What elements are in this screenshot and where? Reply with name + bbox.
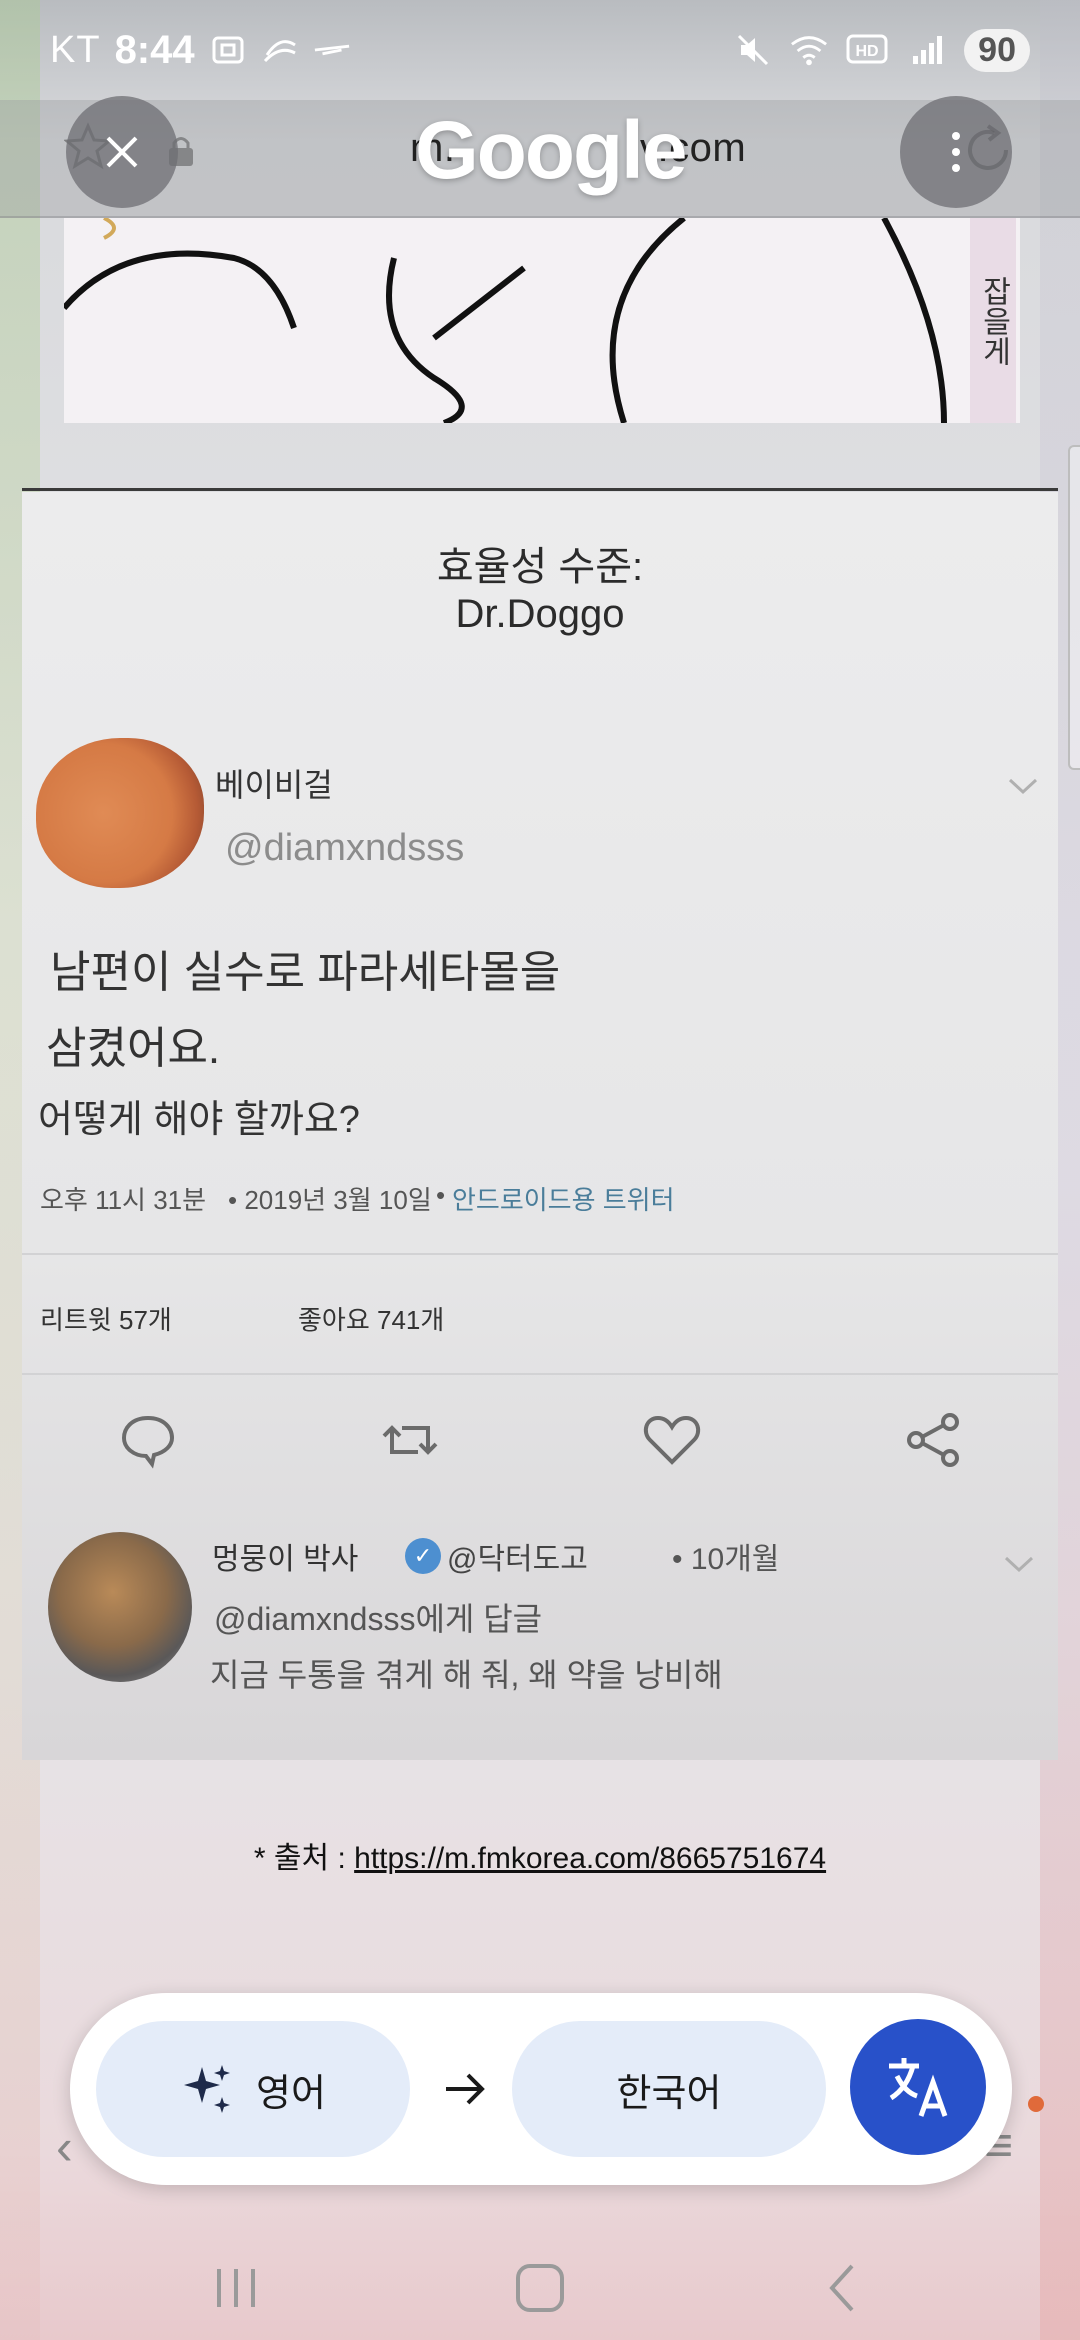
sparkle-icon <box>184 2065 231 2113</box>
like-count[interactable]: 좋아요 741개 <box>298 1300 444 1337</box>
reply-action-button[interactable] <box>116 1408 180 1472</box>
hd-voice-icon: HD <box>846 31 890 69</box>
source-language-label: 영어 <box>256 2072 326 2115</box>
hd-label: HD <box>856 43 879 60</box>
like-action-button[interactable] <box>640 1408 704 1472</box>
reply-time: • 10개월 <box>672 1543 780 1576</box>
divider <box>22 1373 1058 1375</box>
weather-icon <box>261 31 299 69</box>
card-title-line1: 효율성 수준: <box>436 545 644 589</box>
screenshot-icon <box>209 31 247 69</box>
recents-button[interactable] <box>196 2248 276 2328</box>
translate-button[interactable] <box>850 2019 986 2155</box>
author-handle[interactable]: @diamxndsss <box>225 827 464 870</box>
share-icon <box>907 1413 959 1467</box>
tweet-source-link[interactable]: 안드로이드용 트위터 <box>452 1180 675 1217</box>
home-icon <box>516 2264 564 2312</box>
back-icon <box>829 2264 854 2312</box>
tweet-date: • 2019년 3월 10일 <box>228 1185 432 1215</box>
divider <box>22 1253 1058 1255</box>
reply-author-handle[interactable]: @닥터도고 <box>447 1534 588 1578</box>
arrow-right-icon <box>440 2049 490 2129</box>
tweet-source-dot: • <box>436 1180 446 1210</box>
comic-side-text: 잡을게 <box>970 218 1016 423</box>
source-link[interactable]: https://m.fmkorea.com/8665751674 <box>354 1842 826 1875</box>
close-icon <box>106 136 138 168</box>
home-button[interactable] <box>500 2248 580 2328</box>
recents-icon <box>217 2269 255 2307</box>
tweet-text-line2: 삼켰어요. <box>46 1024 221 1073</box>
tweet-text-line1: 남편이 실수로 파라세타몰을 <box>50 948 561 997</box>
share-action-button[interactable] <box>902 1408 966 1472</box>
comic-drawing <box>64 218 947 423</box>
reply-author-name[interactable]: 멍뭉이 박사 <box>212 1534 358 1578</box>
carrier-label: KT <box>50 28 101 71</box>
wifi-icon <box>790 31 828 69</box>
status-bar: KT 8:44 HD 90 <box>0 0 1080 100</box>
close-button[interactable] <box>66 96 178 208</box>
browser-back-icon[interactable]: ‹ <box>56 2118 73 2176</box>
notification-dot <box>1028 2096 1044 2112</box>
clock: 8:44 <box>114 27 195 72</box>
reply-avatar[interactable] <box>48 1532 192 1682</box>
chevron-down-icon[interactable] <box>1004 1548 1034 1582</box>
author-avatar[interactable] <box>36 738 204 888</box>
translate-bar: 영어 한국어 <box>70 1993 1012 2185</box>
more-vert-icon <box>952 132 960 172</box>
source-prefix: * 출처 : <box>253 1842 355 1875</box>
translate-icon <box>889 2058 948 2117</box>
system-nav-bar <box>0 2230 1080 2340</box>
source-line: * 출처 : https://m.fmkorea.com/8665751674 <box>0 1833 1080 1877</box>
back-button[interactable] <box>802 2248 882 2328</box>
target-language-button[interactable]: 한국어 <box>512 2021 826 2157</box>
retweet-count[interactable]: 리트윗 57개 <box>40 1300 172 1337</box>
heart-icon <box>643 1415 701 1465</box>
battery-level: 90 <box>964 28 1030 72</box>
comic-image: 잡을게 <box>64 218 1020 423</box>
author-name[interactable]: 베이비걸 <box>215 760 333 806</box>
tweet-text-line3: 어떻게 해야 할까요? <box>38 1099 360 1141</box>
card-border <box>22 488 1058 491</box>
tweet-time: 오후 11시 31분 <box>40 1185 207 1215</box>
chevron-down-icon[interactable] <box>1008 770 1038 804</box>
app-notification-icon <box>313 31 351 69</box>
reply-to-label: @diamxndsss에게 답글 <box>214 1601 543 1637</box>
mute-icon <box>734 31 772 69</box>
verified-badge-icon: ✓ <box>405 1538 441 1574</box>
retweet-icon <box>382 1425 438 1455</box>
google-logo: Google <box>415 105 687 196</box>
more-options-button[interactable] <box>900 96 1012 208</box>
reply-text: 지금 두통을 겪게 해 줘, 왜 약을 낭비해 <box>210 1657 723 1693</box>
comment-icon <box>121 1415 175 1469</box>
scroll-handle[interactable] <box>1068 445 1080 770</box>
signal-icon <box>908 31 946 69</box>
source-language-button[interactable]: 영어 <box>96 2021 410 2157</box>
retweet-action-button[interactable] <box>378 1408 442 1472</box>
card-title-line2: Dr.Doggo <box>455 592 625 636</box>
target-language-label: 한국어 <box>616 2072 722 2115</box>
